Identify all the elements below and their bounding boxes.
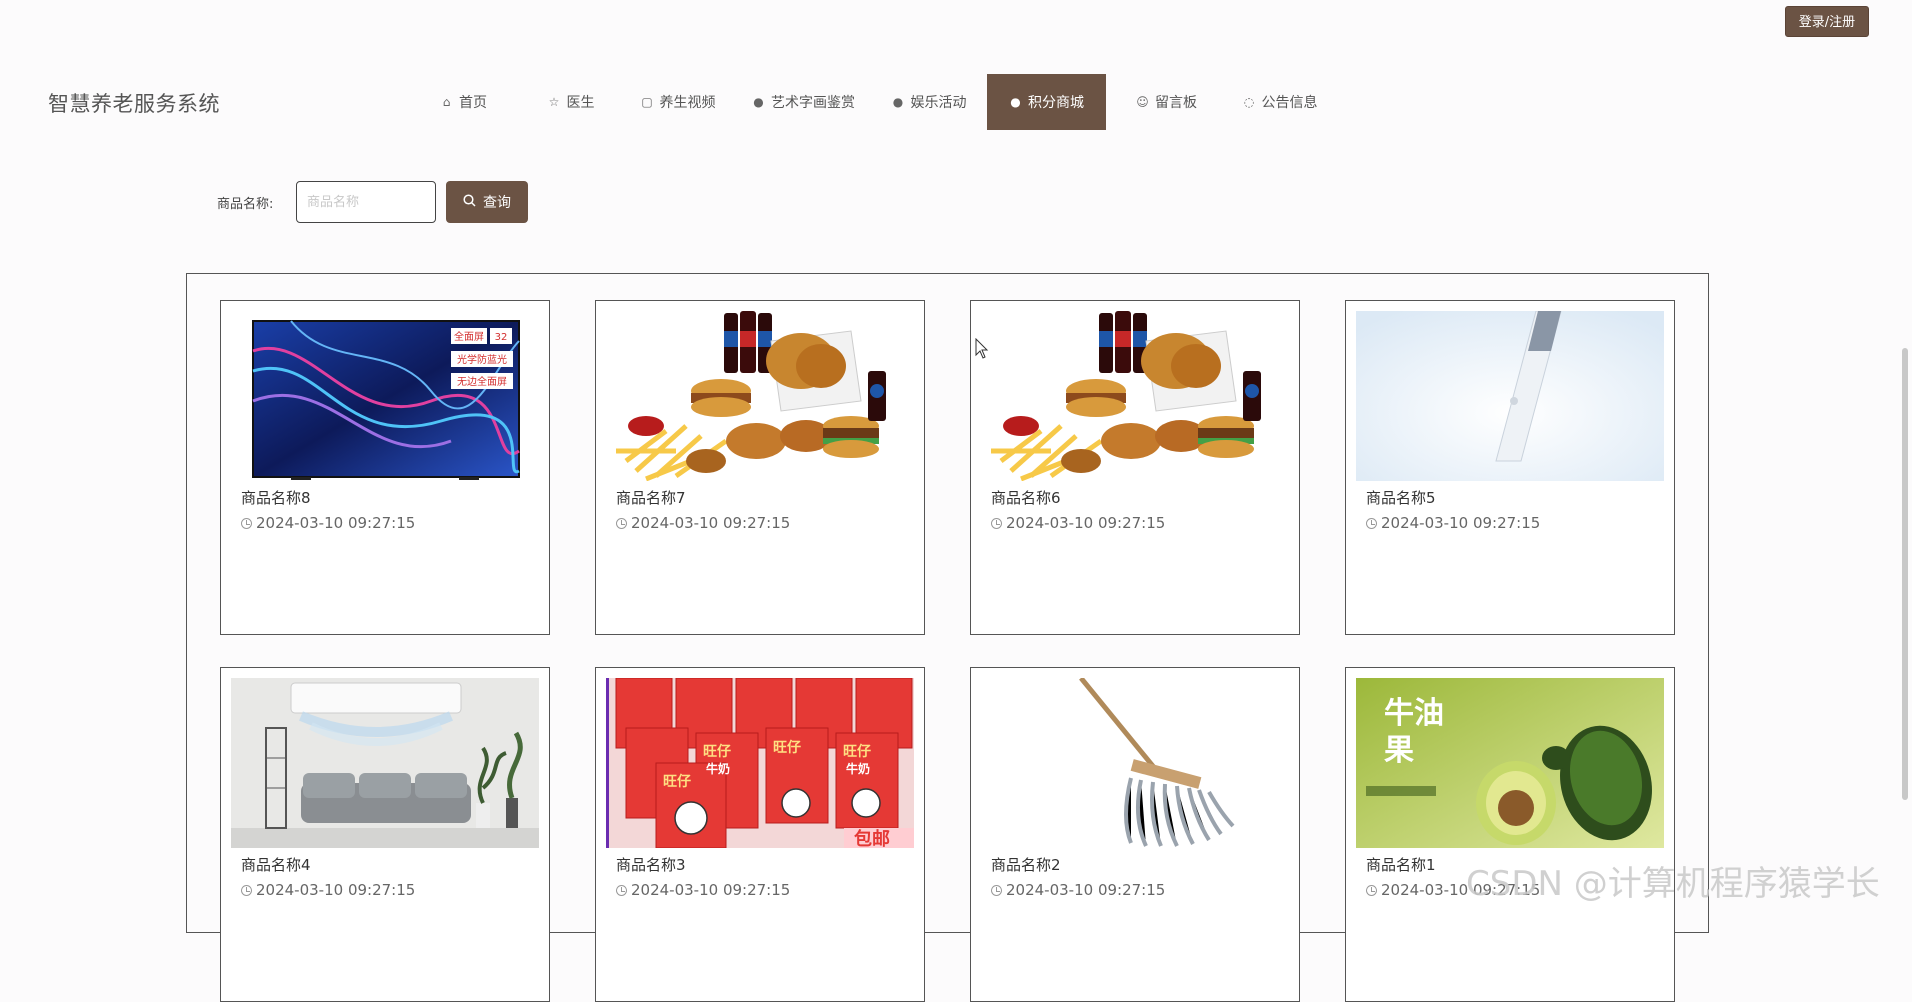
tv-badge-size: 32	[495, 332, 508, 343]
tv-badge-text: 光学防蓝光	[457, 353, 507, 366]
avocado-title-text: 牛油	[1384, 696, 1444, 731]
product-card[interactable]: 牛油 果 商品名称1 2024-03-10 09:27:15	[1345, 667, 1675, 1002]
product-time: 2024-03-10 09:27:15	[991, 514, 1165, 532]
milk-word-text: 牛奶	[706, 761, 730, 776]
milk-word-text: 牛奶	[846, 761, 870, 776]
product-image-fastfood	[981, 311, 1289, 481]
question-circle-icon: ●	[892, 95, 904, 109]
search-label: 商品名称:	[217, 197, 274, 212]
product-name: 商品名称4	[241, 856, 311, 874]
search-button[interactable]: 查询	[446, 181, 528, 223]
nav-item-health-video[interactable]: ▢ 养生视频	[620, 74, 736, 130]
clock-icon	[241, 884, 252, 896]
clock-icon	[991, 517, 1002, 529]
product-name: 商品名称8	[241, 489, 311, 507]
product-name: 商品名称3	[616, 856, 686, 874]
page-scrollbar[interactable]	[1902, 348, 1908, 800]
milk-promo-text: 包邮	[854, 828, 890, 848]
product-image-milk: 旺仔 旺仔 旺仔 旺仔 牛奶 牛奶 包邮	[606, 678, 914, 848]
nav-item-entertainment[interactable]: ● 娱乐活动	[871, 74, 987, 130]
milk-brand-text: 旺仔	[773, 739, 801, 756]
product-name-search-input[interactable]	[296, 181, 436, 223]
product-name: 商品名称6	[991, 489, 1061, 507]
product-card[interactable]: 商品名称4 2024-03-10 09:27:15	[220, 667, 550, 1002]
product-card[interactable]: 全面屏 32 光学防蓝光 无边全面屏 商品名称8 2024-03-10 09:2…	[220, 300, 550, 635]
nav-item-art-appreciation[interactable]: ● 艺术字画鉴赏	[736, 74, 871, 130]
bag-icon: ▢	[641, 95, 653, 109]
login-register-button[interactable]: 登录/注册	[1785, 6, 1869, 37]
product-time: 2024-03-10 09:27:15	[616, 881, 790, 899]
home-icon: ⌂	[442, 95, 451, 109]
milk-brand-text: 旺仔	[703, 743, 731, 760]
star-icon: ☆	[548, 95, 560, 109]
search-icon	[463, 193, 476, 211]
clock-icon	[1366, 884, 1377, 896]
milk-brand-text: 旺仔	[843, 743, 871, 760]
product-name: 商品名称1	[1366, 856, 1436, 874]
product-time: 2024-03-10 09:27:15	[616, 514, 790, 532]
product-name: 商品名称5	[1366, 489, 1436, 507]
product-image-pen	[1356, 311, 1664, 481]
product-card[interactable]: 旺仔 旺仔 旺仔 旺仔 牛奶 牛奶 包邮 商品名称3 2024-03-10 09…	[595, 667, 925, 1002]
info-circle-icon: ●	[753, 95, 764, 109]
product-time: 2024-03-10 09:27:15	[991, 881, 1165, 899]
site-title: 智慧养老服务系统	[48, 92, 220, 116]
nav-item-announcements[interactable]: ◌ 公告信息	[1227, 74, 1333, 130]
clock-icon	[241, 517, 252, 529]
clock-icon	[616, 884, 627, 896]
product-time: 2024-03-10 09:27:15	[241, 881, 415, 899]
product-image-tv: 全面屏 32 光学防蓝光 无边全面屏	[231, 311, 539, 481]
clock-icon	[991, 884, 1002, 896]
main-nav: ⌂ 首页 ☆ 医生 ▢ 养生视频 ● 艺术字画鉴赏 ● 娱乐活动 ● 积分商城 ☺ 留言板 ◌…	[405, 74, 1333, 130]
product-image-fastfood	[606, 311, 914, 481]
product-name: 商品名称2	[991, 856, 1061, 874]
nav-item-points-mall[interactable]: ● 积分商城	[987, 74, 1106, 130]
product-image-aircon	[231, 678, 539, 848]
clock-icon	[1366, 517, 1377, 529]
clock-icon	[616, 517, 627, 529]
question-circle-icon: ●	[1010, 95, 1021, 109]
smile-icon: ☺	[1136, 95, 1149, 109]
check-circle-icon: ◌	[1243, 95, 1255, 109]
product-image-avocado: 牛油 果	[1356, 678, 1664, 848]
product-card[interactable]: 商品名称5 2024-03-10 09:27:15	[1345, 300, 1675, 635]
product-card[interactable]: 商品名称2 2024-03-10 09:27:15	[970, 667, 1300, 1002]
product-card[interactable]: 商品名称6 2024-03-10 09:27:15	[970, 300, 1300, 635]
nav-item-message-board[interactable]: ☺ 留言板	[1106, 74, 1227, 130]
product-time: 2024-03-10 09:27:15	[1366, 514, 1540, 532]
product-image-mop	[981, 678, 1289, 848]
mouse-cursor-icon	[975, 338, 989, 359]
tv-badge-text: 无边全面屏	[457, 375, 507, 388]
watermark: CSDN @计算机程序猿学长	[1466, 864, 1880, 904]
tv-badge-text: 全面屏	[454, 330, 484, 343]
nav-item-home[interactable]: ⌂ 首页	[405, 74, 522, 130]
product-grid: 全面屏 32 光学防蓝光 无边全面屏 商品名称8 2024-03-10 09:2…	[186, 273, 1709, 1002]
milk-brand-text: 旺仔	[663, 773, 691, 790]
product-card[interactable]: 商品名称7 2024-03-10 09:27:15	[595, 300, 925, 635]
product-name: 商品名称7	[616, 489, 686, 507]
product-time: 2024-03-10 09:27:15	[241, 514, 415, 532]
nav-item-doctor[interactable]: ☆ 医生	[522, 74, 620, 130]
avocado-title-text: 果	[1384, 733, 1414, 768]
